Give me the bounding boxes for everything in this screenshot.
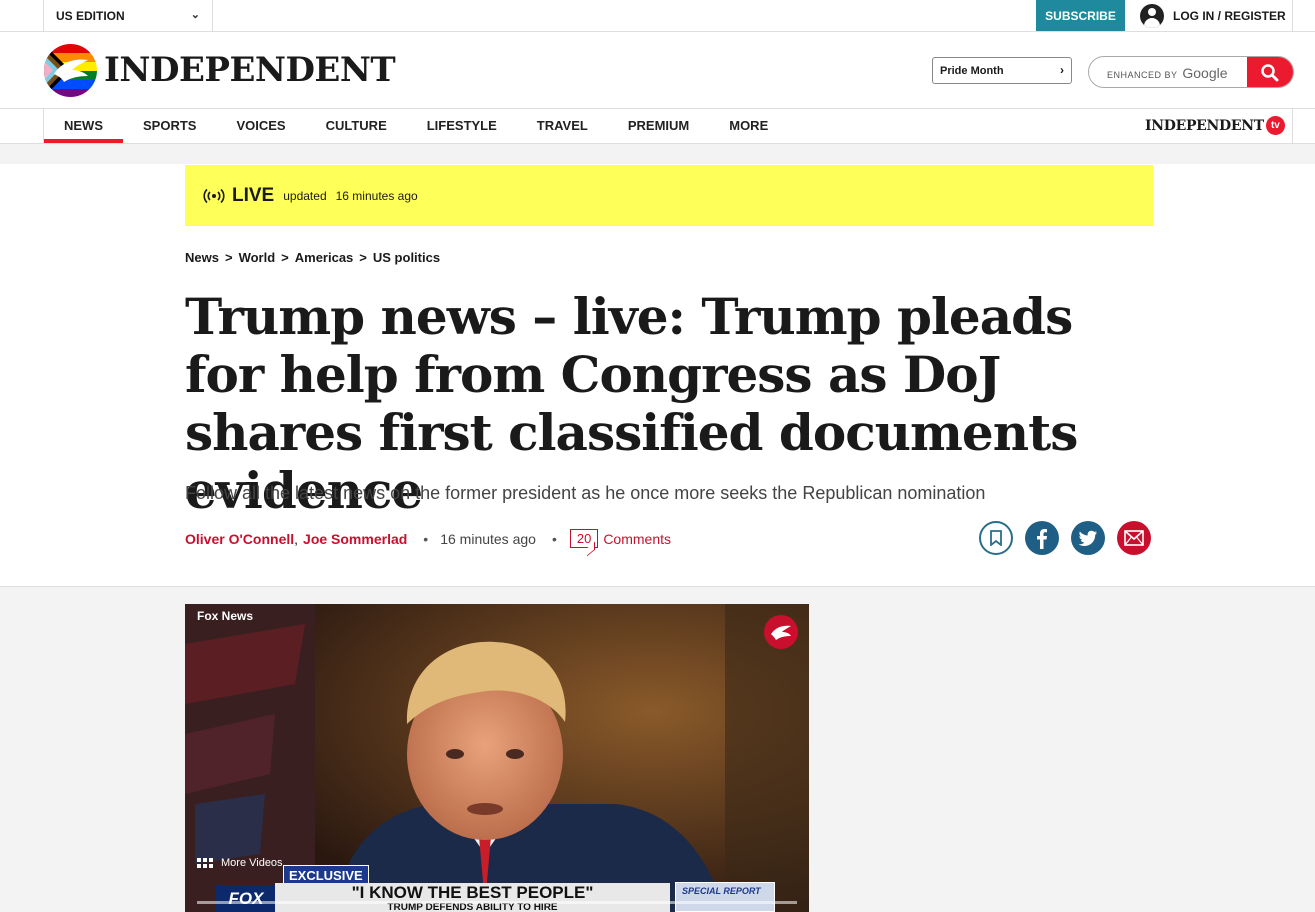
facebook-share-button[interactable] bbox=[1025, 521, 1059, 555]
live-broadcast-icon bbox=[203, 188, 225, 203]
divider bbox=[1292, 109, 1293, 143]
nav-item-news[interactable]: NEWS bbox=[44, 109, 123, 143]
bookmark-button[interactable] bbox=[979, 521, 1013, 555]
search-box[interactable]: ENHANCED BY Google bbox=[1088, 56, 1294, 88]
twitter-share-button[interactable] bbox=[1071, 521, 1105, 555]
edition-label: US EDITION bbox=[56, 8, 125, 23]
chevron-down-icon: ⌄ bbox=[190, 9, 200, 21]
independent-eagle-icon bbox=[764, 615, 798, 649]
pride-eagle-logo-icon[interactable] bbox=[44, 44, 97, 97]
edition-selector[interactable]: US EDITION ⌄ bbox=[43, 0, 213, 31]
grid-icon bbox=[197, 857, 213, 869]
comment-count-badge[interactable]: 20 bbox=[569, 529, 599, 548]
exclusive-tag: EXCLUSIVE bbox=[283, 865, 369, 884]
live-updated-label: updated bbox=[283, 188, 327, 203]
pride-month-link[interactable]: Pride Month › bbox=[932, 57, 1072, 84]
ad-strip bbox=[0, 144, 1315, 164]
nav-item-premium[interactable]: PREMIUM bbox=[608, 109, 709, 143]
more-videos-button[interactable]: More Videos bbox=[197, 857, 283, 869]
video-source-label: Fox News bbox=[197, 609, 254, 623]
nav-item-more[interactable]: MORE bbox=[709, 109, 788, 143]
chyron-subline: TRUMP DEFENDS ABILITY TO HIRE bbox=[387, 902, 558, 912]
breadcrumb-news[interactable]: News bbox=[185, 250, 219, 265]
site-logo-text[interactable]: INDEPENDENT bbox=[104, 50, 396, 90]
login-label: LOG IN / REGISTER bbox=[1173, 8, 1286, 23]
more-videos-label: More Videos bbox=[221, 857, 283, 869]
video-player[interactable]: Fox News FOX EXCLUSIVE "I KNOW THE BEST … bbox=[185, 604, 809, 912]
masthead: INDEPENDENT Pride Month › ENHANCED BY Go… bbox=[0, 32, 1315, 109]
nav-item-travel[interactable]: TRAVEL bbox=[517, 109, 608, 143]
published-time: 16 minutes ago bbox=[440, 530, 536, 547]
bookmark-icon bbox=[990, 530, 1002, 546]
nav-item-sports[interactable]: SPORTS bbox=[123, 109, 216, 143]
bullet-separator: • bbox=[551, 530, 557, 547]
live-label: LIVE bbox=[232, 184, 275, 206]
nav-item-voices[interactable]: VOICES bbox=[216, 109, 305, 143]
chevron-right-icon: › bbox=[1060, 63, 1064, 77]
video-chyron: "I KNOW THE BEST PEOPLE" TRUMP DEFENDS A… bbox=[275, 883, 670, 912]
independent-tv-link[interactable]: INDEPENDENT tv bbox=[1145, 116, 1285, 135]
independent-tv-text: INDEPENDENT bbox=[1145, 117, 1264, 134]
utility-bar: US EDITION ⌄ SUBSCRIBE LOG IN / REGISTER bbox=[0, 0, 1315, 32]
divider bbox=[1292, 0, 1293, 31]
article-standfirst: Follow all the latest news on the former… bbox=[185, 483, 986, 503]
chyron-headline: "I KNOW THE BEST PEOPLE" bbox=[351, 883, 594, 902]
special-report-graphic: SPECIAL REPORT bbox=[675, 882, 775, 912]
breadcrumb: News > World > Americas > US politics bbox=[185, 250, 440, 265]
google-brand-text: Google bbox=[1182, 65, 1228, 81]
search-button[interactable] bbox=[1247, 57, 1293, 87]
user-icon bbox=[1140, 3, 1164, 28]
breadcrumb-us-politics[interactable]: US politics bbox=[373, 250, 440, 265]
nav-item-lifestyle[interactable]: LIFESTYLE bbox=[407, 109, 517, 143]
tv-badge: tv bbox=[1265, 116, 1285, 135]
live-banner: LIVE updated 16 minutes ago bbox=[185, 165, 1153, 226]
bullet-separator: • bbox=[423, 530, 429, 547]
live-updated-time: 16 minutes ago bbox=[335, 188, 418, 203]
main-nav: NEWS SPORTS VOICES CULTURE LIFESTYLE TRA… bbox=[0, 109, 1315, 144]
special-report-label: SPECIAL REPORT bbox=[682, 886, 761, 896]
breadcrumb-separator: > bbox=[359, 250, 367, 265]
network-bug: FOX bbox=[215, 885, 277, 912]
email-share-button[interactable] bbox=[1117, 521, 1151, 555]
search-icon bbox=[1261, 64, 1279, 82]
breadcrumb-separator: > bbox=[281, 250, 289, 265]
byline: Oliver O'Connell, Joe Sommerlad • 16 min… bbox=[185, 529, 671, 548]
mail-icon bbox=[1124, 530, 1144, 546]
facebook-icon bbox=[1037, 529, 1047, 549]
login-register-link[interactable]: LOG IN / REGISTER bbox=[1140, 0, 1286, 31]
author-link[interactable]: Joe Sommerlad bbox=[303, 531, 407, 547]
search-input[interactable]: ENHANCED BY Google bbox=[1107, 65, 1228, 81]
nav-item-culture[interactable]: CULTURE bbox=[306, 109, 407, 143]
breadcrumb-separator: > bbox=[224, 250, 233, 265]
twitter-icon bbox=[1078, 530, 1097, 546]
breadcrumb-world[interactable]: World bbox=[239, 250, 276, 265]
author-separator: , bbox=[294, 530, 299, 547]
comments-link[interactable]: Comments bbox=[603, 531, 671, 547]
breadcrumb-americas[interactable]: Americas bbox=[295, 250, 354, 265]
pride-month-label: Pride Month bbox=[940, 64, 1004, 77]
author-link[interactable]: Oliver O'Connell bbox=[185, 531, 294, 547]
video-progress-bar[interactable] bbox=[197, 901, 797, 904]
subscribe-button[interactable]: SUBSCRIBE bbox=[1036, 0, 1125, 31]
